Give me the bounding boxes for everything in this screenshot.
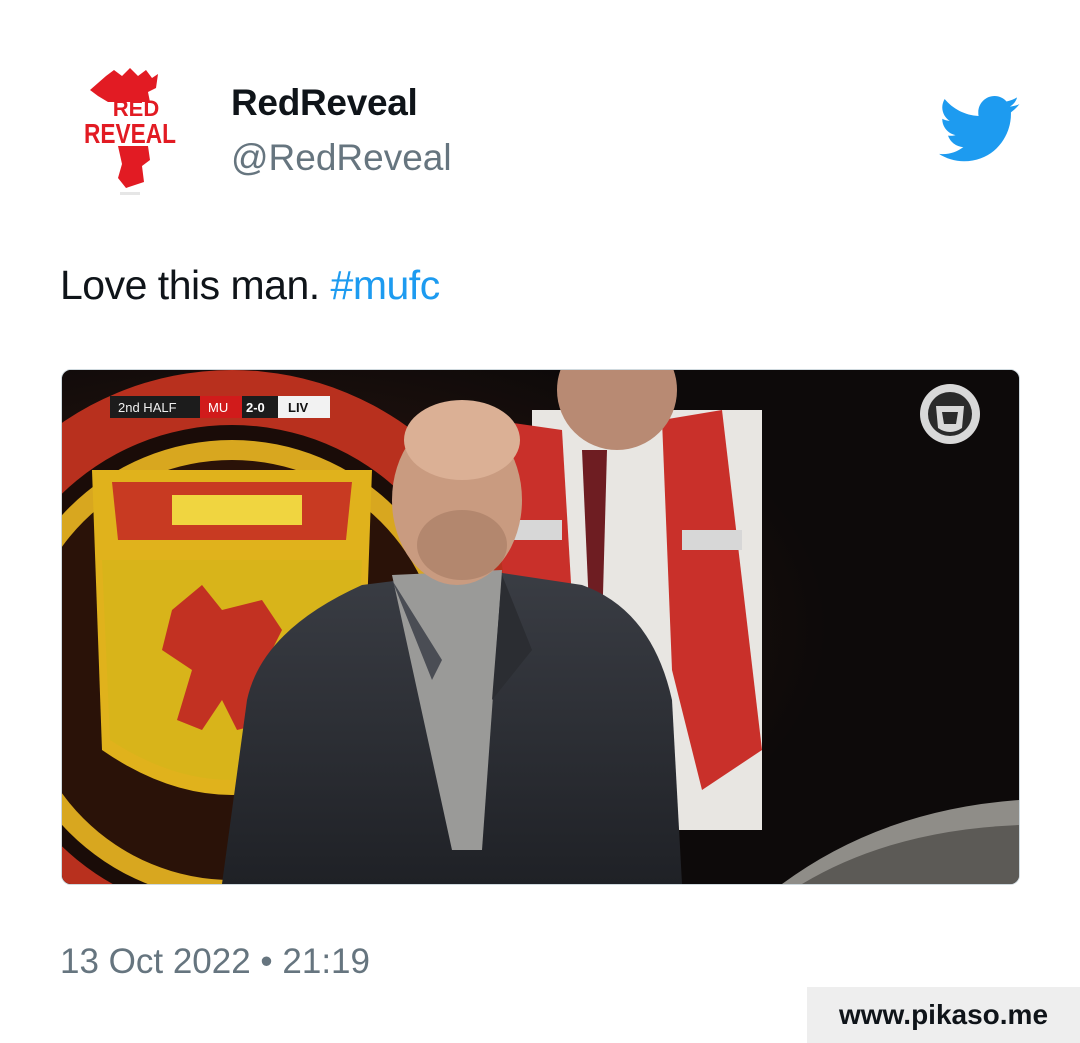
tweet-body: Love this man. xyxy=(60,262,320,308)
tweet-text: Love this man. #mufc xyxy=(60,262,440,309)
hashtag-link[interactable]: #mufc xyxy=(331,262,441,308)
scoreboard-home: MU xyxy=(208,400,228,415)
author-handle[interactable]: @RedReveal xyxy=(231,137,452,179)
club-crest-icon xyxy=(920,384,980,444)
scoreboard-away: LIV xyxy=(288,400,309,415)
twitter-bird-icon xyxy=(938,96,1022,164)
avatar-text-reveal: REVEAL xyxy=(84,118,176,149)
redreveal-logo-icon: RED REVEAL xyxy=(84,68,176,195)
author-display-name[interactable]: RedReveal xyxy=(231,82,418,124)
watermark: www.pikaso.me xyxy=(807,987,1080,1043)
tweet-media-gif[interactable]: 2nd HALF MU 2-0 LIV xyxy=(61,369,1020,885)
tweet-timestamp[interactable]: 13 Oct 2022 • 21:19 xyxy=(60,942,370,982)
author-avatar[interactable]: RED REVEAL xyxy=(78,68,188,198)
scoreboard-period: 2nd HALF xyxy=(118,400,177,415)
scoreboard-score: 2-0 xyxy=(246,400,265,415)
scoreboard: 2nd HALF MU 2-0 LIV xyxy=(110,396,330,418)
